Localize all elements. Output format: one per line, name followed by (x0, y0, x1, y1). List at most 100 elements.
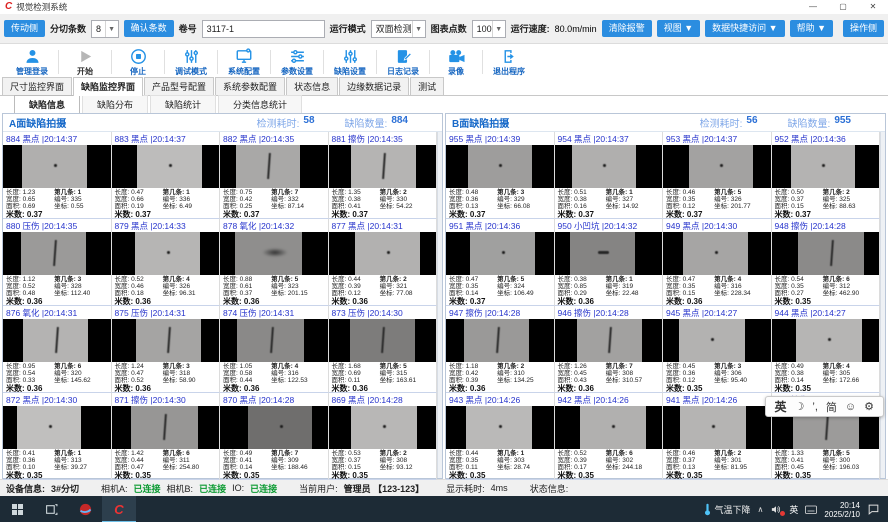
taskbar-app-active[interactable]: C (102, 496, 136, 522)
defect-image[interactable] (329, 145, 437, 188)
defect-image[interactable] (329, 319, 437, 362)
defect-cell[interactable]: 880 压伤 |20:14:35 长度: 1.12 宽度: 0.52 面积: 0… (3, 219, 112, 306)
defect-cell[interactable]: 950 小凹坑 |20:14:32 长度: 0.38 宽度: 0.85 面积: … (555, 219, 664, 306)
defect-image[interactable] (555, 406, 663, 449)
keyboard-icon[interactable] (805, 505, 817, 515)
main-tab-0[interactable]: 尺寸监控界面 (2, 77, 72, 95)
defect-cell[interactable]: 942 黑点 |20:14:26 长度: 0.52 宽度: 0.39 面积: 0… (555, 393, 664, 480)
defect-cell[interactable]: 869 黑点 |20:14:28 长度: 0.53 宽度: 0.37 面积: 0… (329, 393, 438, 480)
defect-image[interactable] (220, 319, 328, 362)
defect-image[interactable] (112, 319, 220, 362)
main-tab-4[interactable]: 状态信息 (286, 77, 338, 95)
roll-number-input[interactable] (202, 20, 325, 38)
defect-image[interactable] (329, 232, 437, 275)
operator-side-button[interactable]: 操作侧 (843, 20, 884, 37)
defect-cell[interactable]: 943 黑点 |20:14:26 长度: 0.44 宽度: 0.35 面积: 0… (446, 393, 555, 480)
data-access-menu-button[interactable]: 数据快捷访问 ▼ (705, 20, 784, 37)
run-mode-select[interactable]: 双面检测 ▼ (371, 20, 426, 38)
defect-image[interactable] (446, 319, 554, 362)
defect-image[interactable] (446, 145, 554, 188)
defect-image[interactable] (3, 145, 111, 188)
defect-image[interactable] (772, 319, 880, 362)
defect-cell[interactable]: 951 黑点 |20:14:36 长度: 0.47 宽度: 0.35 面积: 0… (446, 219, 555, 306)
ime-toolbar[interactable]: 英 ☽ ’, 简 ☺ ⚙ (765, 396, 885, 417)
stop-button[interactable]: 停止 (112, 44, 164, 80)
language-indicator[interactable]: 英 (789, 503, 798, 516)
view-menu-button[interactable]: 视图 ▼ (657, 20, 700, 37)
defect-image[interactable] (220, 232, 328, 275)
sub-tab-1[interactable]: 缺陷分布 (82, 95, 148, 114)
action-center-icon[interactable] (867, 503, 880, 516)
defect-cell[interactable]: 884 黑点 |20:14:37 长度: 1.23 宽度: 0.65 面积: 0… (3, 132, 112, 219)
defect-cell[interactable]: 952 黑点 |20:14:36 长度: 0.50 宽度: 0.37 面积: 0… (772, 132, 881, 219)
defect-image[interactable] (329, 406, 437, 449)
defect-cell[interactable]: 944 黑点 |20:14:27 长度: 0.49 宽度: 0.38 面积: 0… (772, 306, 881, 393)
defect-cell[interactable]: 954 黑点 |20:14:37 长度: 0.51 宽度: 0.38 面积: 0… (555, 132, 664, 219)
main-tab-6[interactable]: 测试 (410, 77, 444, 95)
defect-image[interactable] (772, 232, 880, 275)
defect-cell[interactable]: 878 氧化 |20:14:32 长度: 0.88 宽度: 0.61 面积: 0… (220, 219, 329, 306)
ime-settings-gear-icon[interactable]: ⚙ (864, 400, 874, 413)
clear-alarm-button[interactable]: 清除报警 (602, 20, 652, 37)
ime-emoji-button[interactable]: ☺ (845, 401, 856, 413)
defect-image[interactable] (772, 145, 880, 188)
defect-image[interactable] (663, 232, 771, 275)
minimize-button[interactable]: — (798, 0, 828, 14)
defect-image[interactable] (112, 145, 220, 188)
defect-cell[interactable]: 955 黑点 |20:14:39 长度: 0.48 宽度: 0.36 面积: 0… (446, 132, 555, 219)
defect-image[interactable] (663, 145, 771, 188)
defect-cell[interactable]: 879 黑点 |20:14:33 长度: 0.52 宽度: 0.46 面积: 0… (112, 219, 221, 306)
main-tab-5[interactable]: 边缘数据记录 (339, 77, 409, 95)
help-menu-button[interactable]: 帮助 ▼ (790, 20, 833, 37)
confirm-count-button[interactable]: 确认条数 (124, 20, 174, 37)
ime-punctuation-toggle[interactable]: ’, (812, 401, 818, 413)
task-view-button[interactable] (34, 496, 68, 522)
sub-tab-0[interactable]: 缺陷信息 (14, 95, 80, 114)
defect-image[interactable] (112, 406, 220, 449)
weather-widget[interactable]: 气温下降 (703, 503, 751, 516)
volume-button[interactable] (770, 504, 782, 515)
slit-count-select[interactable]: 8 ▼ (91, 20, 119, 38)
defect-image[interactable] (555, 232, 663, 275)
ime-language-toggle[interactable]: 英 (775, 398, 787, 415)
defect-image[interactable] (446, 232, 554, 275)
defect-image[interactable] (112, 232, 220, 275)
close-button[interactable]: ✕ (858, 0, 888, 14)
hidden-icons-chevron[interactable]: ∧ (758, 505, 764, 514)
defect-cell[interactable]: 873 压伤 |20:14:30 长度: 1.68 宽度: 0.69 面积: 0… (329, 306, 438, 393)
chart-points-select[interactable]: 100 ▼ (472, 20, 506, 38)
defect-image[interactable] (555, 319, 663, 362)
defect-cell[interactable]: 875 压伤 |20:14:31 长度: 1.24 宽度: 0.47 面积: 0… (112, 306, 221, 393)
defect-cell[interactable]: 876 氧化 |20:14:31 长度: 0.95 宽度: 0.54 面积: 0… (3, 306, 112, 393)
taskbar-clock[interactable]: 20:14 2025/2/10 (824, 501, 860, 519)
defect-cell[interactable]: 946 擦伤 |20:14:28 长度: 1.26 宽度: 0.45 面积: 0… (555, 306, 664, 393)
log-record-button[interactable]: 日志记录 (377, 44, 429, 80)
maximize-button[interactable]: ▢ (828, 0, 858, 14)
defect-image[interactable] (446, 406, 554, 449)
sub-tab-3[interactable]: 分类信息统计 (218, 95, 302, 114)
param-settings-button[interactable]: 参数设置 (271, 44, 323, 80)
defect-cell[interactable]: 941 黑点 |20:14:26 长度: 0.46 宽度: 0.37 面积: 0… (663, 393, 772, 480)
taskbar-app-1[interactable] (68, 496, 102, 522)
defect-image[interactable] (3, 232, 111, 275)
defect-cell[interactable]: 953 黑点 |20:14:37 长度: 0.46 宽度: 0.35 面积: 0… (663, 132, 772, 219)
defect-cell[interactable]: 947 擦伤 |20:14:28 长度: 1.18 宽度: 0.42 面积: 0… (446, 306, 555, 393)
defect-cell[interactable]: 949 黑点 |20:14:30 长度: 0.47 宽度: 0.35 面积: 0… (663, 219, 772, 306)
main-tab-3[interactable]: 系统参数配置 (215, 77, 285, 95)
defect-image[interactable] (220, 406, 328, 449)
defect-image[interactable] (663, 406, 771, 449)
defect-cell[interactable]: 948 擦伤 |20:14:28 长度: 0.54 宽度: 0.35 面积: 0… (772, 219, 881, 306)
defect-image[interactable] (3, 406, 111, 449)
defect-cell[interactable]: 882 黑点 |20:14:35 长度: 0.75 宽度: 0.42 面积: 0… (220, 132, 329, 219)
sub-tab-2[interactable]: 缺陷统计 (150, 95, 216, 114)
main-tab-1[interactable]: 缺陷监控界面 (73, 77, 143, 96)
defect-cell[interactable]: 872 黑点 |20:14:30 长度: 0.41 宽度: 0.36 面积: 0… (3, 393, 112, 480)
defect-image[interactable] (3, 319, 111, 362)
defect-cell[interactable]: 870 黑点 |20:14:28 长度: 0.49 宽度: 0.41 面积: 0… (220, 393, 329, 480)
defect-cell[interactable]: 881 擦伤 |20:14:35 长度: 1.35 宽度: 0.38 面积: 0… (329, 132, 438, 219)
defect-settings-button[interactable]: 缺陷设置 (324, 44, 376, 80)
debug-mode-button[interactable]: 调试模式 (165, 44, 217, 80)
defect-cell[interactable]: 945 黑点 |20:14:27 长度: 0.45 宽度: 0.36 面积: 0… (663, 306, 772, 393)
exit-program-button[interactable]: 退出程序 (483, 44, 535, 80)
defect-image[interactable] (555, 145, 663, 188)
